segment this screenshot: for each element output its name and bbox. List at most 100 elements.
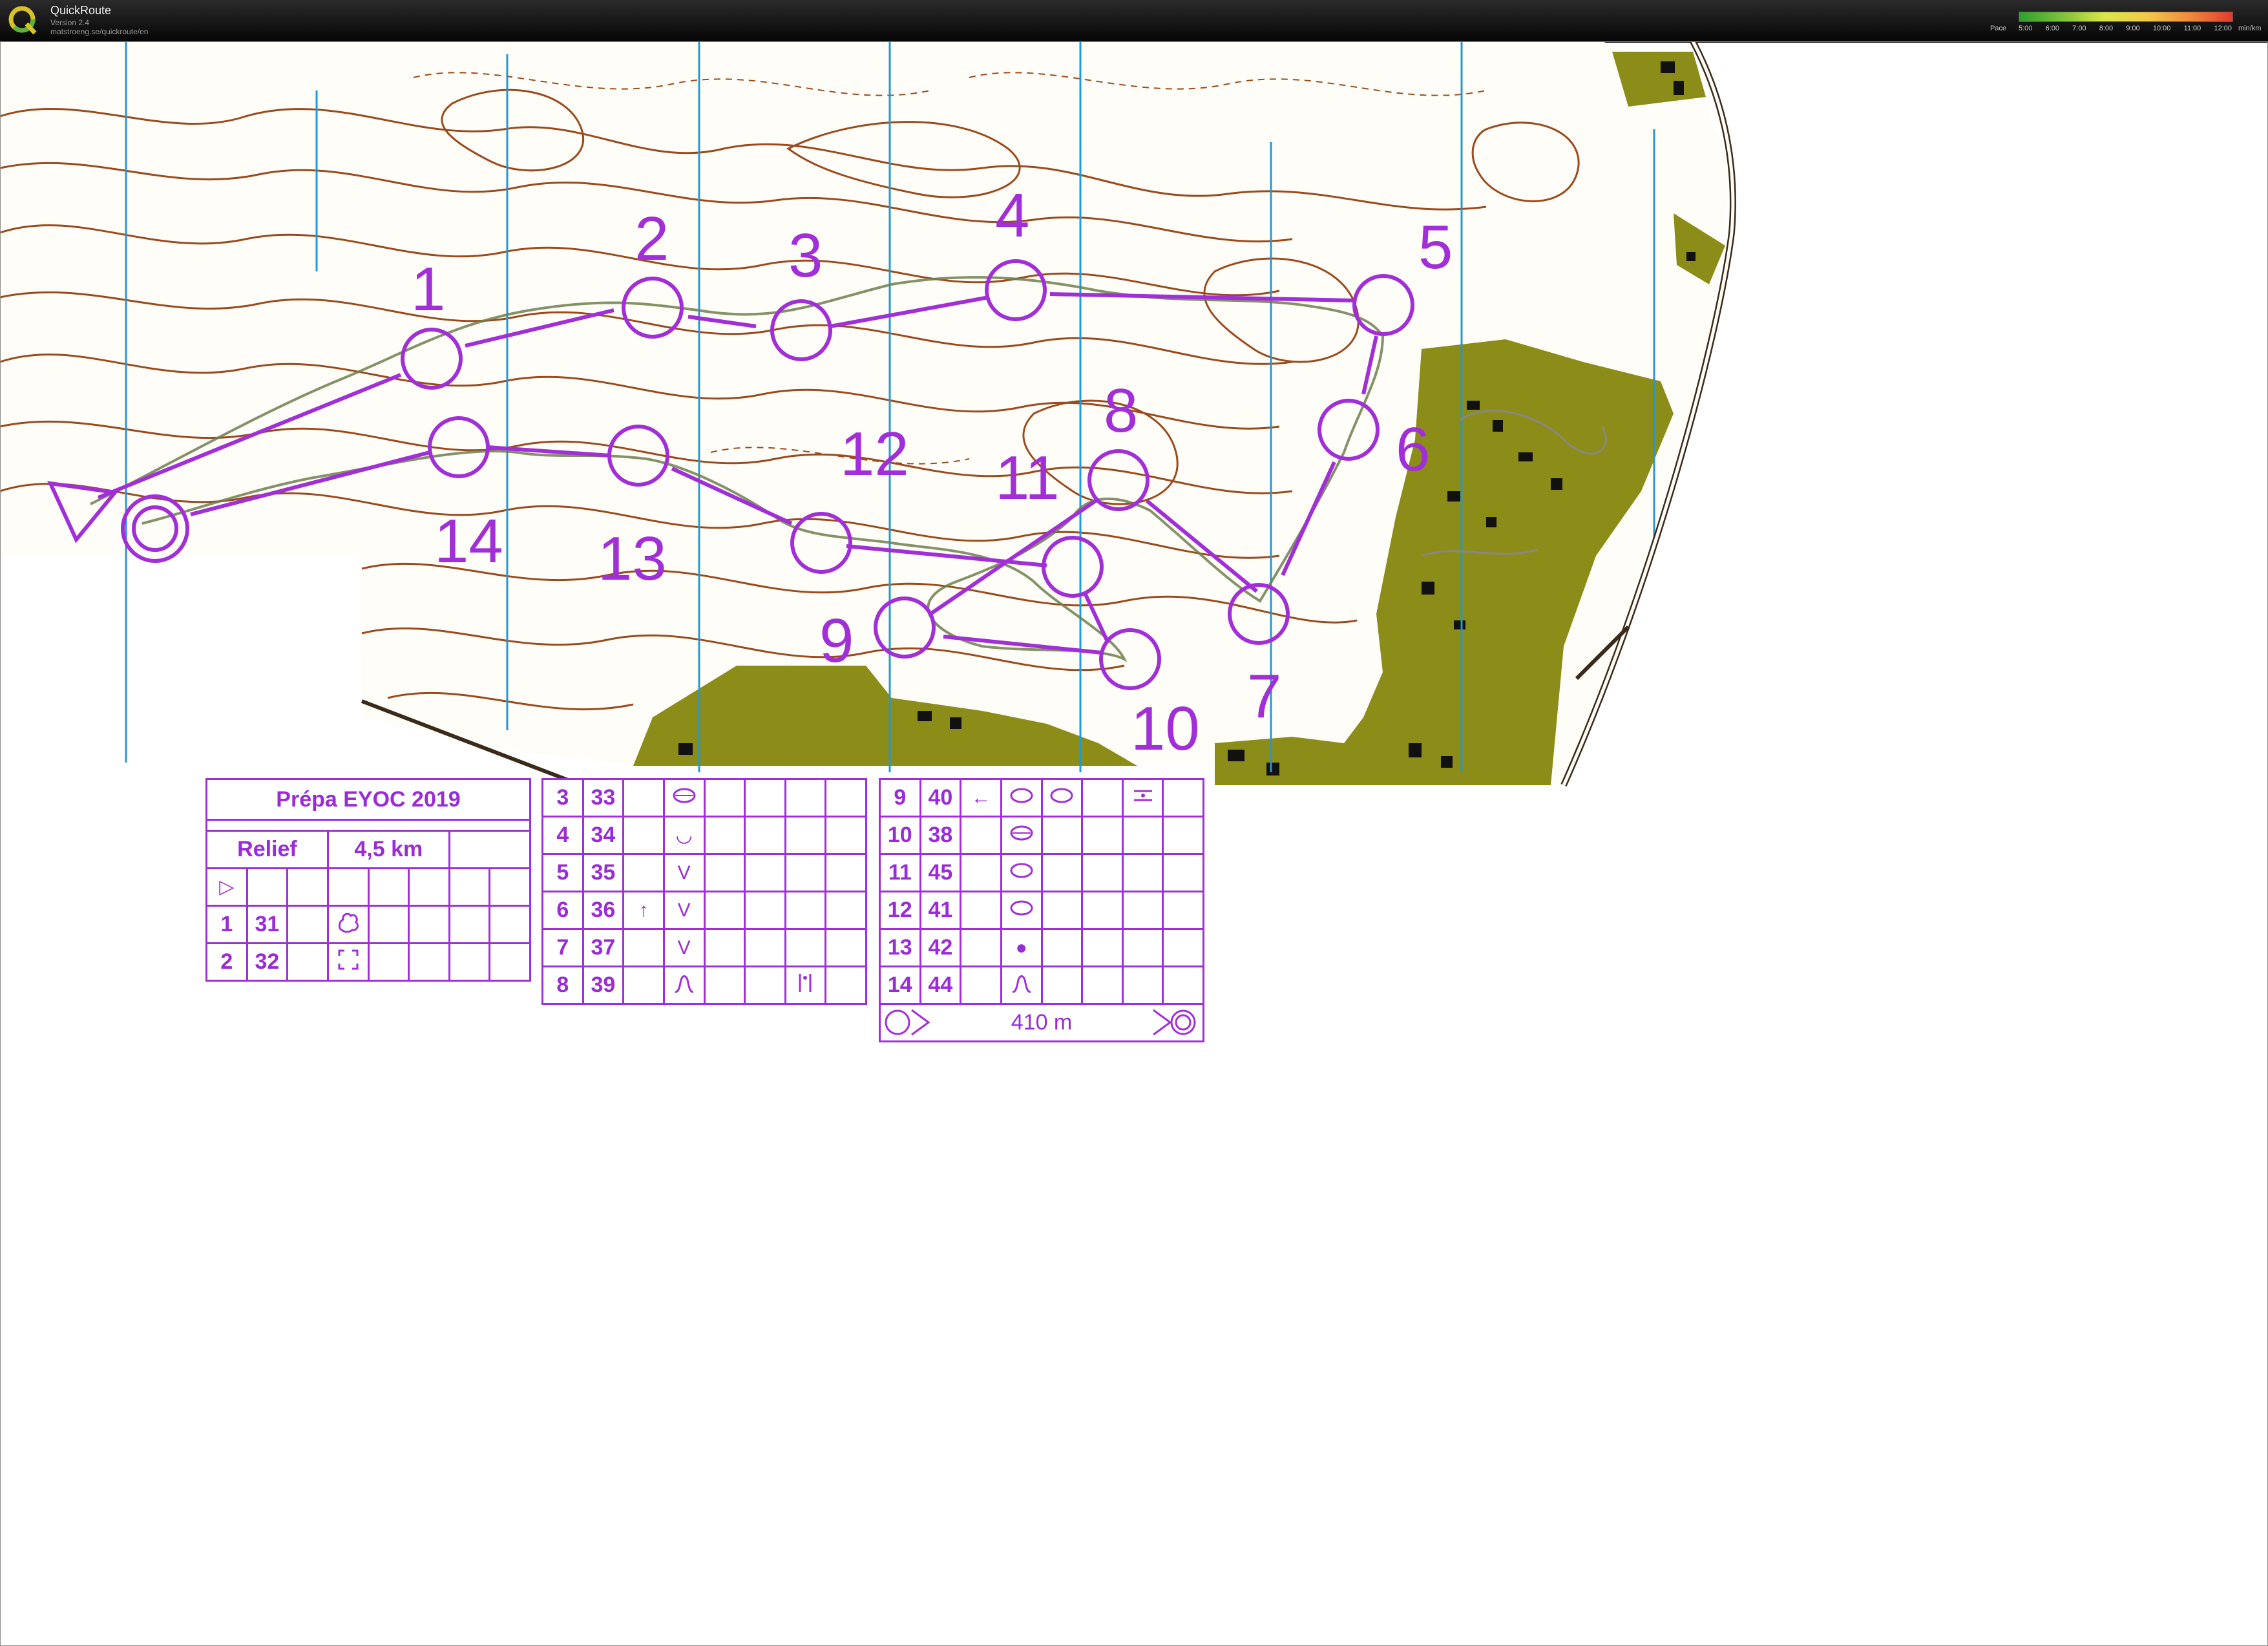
depression-icon: ◡	[662, 816, 706, 855]
control-number: 12	[879, 891, 921, 930]
orienteering-map[interactable]: 1 2 3 4 5 6 7 8 9 10 11 12 13 14	[0, 41, 2268, 791]
control-number: 8	[1104, 376, 1138, 445]
control-number: 11	[995, 443, 1060, 512]
spur-icon	[662, 965, 706, 1005]
control-code: 35	[582, 853, 625, 892]
knoll-icon	[662, 778, 706, 818]
pace-tick: 7:00	[2072, 25, 2086, 32]
control-number: 4	[995, 181, 1029, 250]
control-number: 13	[598, 524, 667, 593]
control-row: 10 38	[879, 816, 1204, 855]
control-number: 6	[541, 891, 584, 930]
finish-distance: 410 m	[1011, 1010, 1073, 1035]
control-number: 14	[434, 507, 503, 576]
control-description-header: Prépa EYOC 2019 Relief 4,5 km ▷ 1 31 2 3…	[205, 778, 532, 982]
control-number: 11	[879, 853, 921, 892]
knoll-icon	[1040, 778, 1084, 818]
reentrant-icon: V	[662, 928, 706, 967]
pace-ticks: 5:00 6:00 7:00 8:00 9:00 10:00 11:00 12:…	[2019, 25, 2232, 34]
control-code: 32	[246, 942, 289, 982]
small-knoll-icon: ●	[1000, 928, 1043, 967]
control-row: 5 35 V	[541, 853, 867, 892]
knoll-icon	[1000, 816, 1043, 855]
control-number: 5	[541, 853, 584, 892]
app-version: Version 2.4	[50, 18, 90, 27]
control-description-column-2: 3 33 4 34 ◡ 5 35 V 6 36 ↑ V 7 37 V 8 39	[541, 778, 867, 1005]
finish-row: 410 m	[879, 1003, 1204, 1042]
control-code: 42	[919, 928, 962, 967]
pace-tick: 12:00	[2214, 25, 2232, 32]
pace-label: Pace	[1990, 25, 2007, 32]
boulder-cluster-icon	[326, 905, 370, 944]
pace-legend: Pace 5:00 6:00 7:00 8:00 9:00 10:00 11:0…	[1990, 9, 2262, 35]
pace-tick: 8:00	[2099, 25, 2114, 32]
course-class: Relief	[205, 830, 329, 869]
control-code: 38	[919, 816, 962, 855]
spur-icon	[1000, 965, 1043, 1005]
control-row: 3 33	[541, 778, 867, 818]
control-row: 9 40 ←	[879, 778, 1204, 818]
control-code: 36	[582, 891, 625, 930]
pace-tick: 9:00	[2126, 25, 2140, 32]
control-number: 7	[1247, 662, 1281, 731]
control-row: 7 37 V	[541, 928, 867, 967]
reentrant-icon: V	[662, 891, 706, 930]
ruined-wall-icon	[326, 942, 370, 982]
pace-tick: 11:00	[2183, 25, 2201, 32]
control-number: 13	[879, 928, 921, 967]
north-arrow-icon: ↑	[622, 891, 665, 930]
control-code: 44	[919, 965, 962, 1005]
control-row: 2 32	[205, 942, 531, 982]
control-number: 12	[840, 419, 909, 489]
quickroute-logo-icon	[8, 6, 37, 35]
control-code: 39	[582, 965, 625, 1005]
control-number: 9	[819, 606, 854, 675]
control-row: 11 45	[879, 853, 1204, 892]
control-number: 1	[411, 255, 445, 324]
knoll-icon	[1000, 778, 1043, 818]
control-row: 4 34 ◡	[541, 816, 867, 855]
control-row: 8 39	[541, 965, 867, 1005]
control-code: 45	[919, 853, 962, 892]
finish-funnel-end-icon	[1153, 1009, 1196, 1036]
knoll-icon	[1000, 891, 1043, 930]
start-triangle-icon: ▷	[205, 867, 248, 907]
control-code: 41	[919, 891, 962, 930]
control-code: 34	[582, 816, 625, 855]
control-code: 31	[246, 905, 289, 944]
pace-unit: min/km	[2238, 25, 2262, 32]
control-number: 14	[879, 965, 921, 1005]
knoll-icon	[1000, 853, 1043, 892]
pace-color-bar	[2019, 12, 2233, 22]
control-number: 2	[205, 942, 248, 982]
pace-tick: 6:00	[2045, 25, 2059, 32]
control-description-column-3: 9 40 ← 10 38 11 45 12 41 13 42 ● 14 44 4…	[879, 778, 1204, 1042]
control-number: 1	[205, 905, 248, 944]
control-number: 5	[1418, 213, 1453, 282]
reentrant-icon: V	[662, 853, 706, 892]
control-row: 13 42 ●	[879, 928, 1204, 967]
control-row: 14 44	[879, 965, 1204, 1005]
control-row: 1 31	[205, 905, 531, 944]
control-number: 10	[879, 816, 921, 855]
control-code: 40	[919, 778, 962, 818]
course-length: 4,5 km	[326, 830, 450, 869]
title-bar: QuickRoute Version 2.4 matstroeng.se/qui…	[0, 0, 2268, 43]
control-row: 6 36 ↑ V	[541, 891, 867, 930]
control-number: 10	[1131, 694, 1200, 763]
pace-tick: 5:00	[2019, 25, 2033, 32]
control-code: 33	[582, 778, 625, 818]
settlement-area	[1612, 52, 1706, 107]
control-row: 12 41	[879, 891, 1204, 930]
control-number: 3	[541, 778, 584, 818]
foot-position-icon	[784, 965, 827, 1005]
control-number: 8	[541, 965, 584, 1005]
between-icon	[1121, 778, 1164, 818]
control-number: 9	[879, 778, 921, 818]
west-arrow-icon: ←	[960, 778, 1002, 818]
control-number: 7	[541, 928, 584, 967]
finish-funnel-start-icon	[885, 1009, 930, 1036]
pace-tick: 10:00	[2152, 25, 2171, 32]
control-code: 37	[582, 928, 625, 967]
app-url: matstroeng.se/quickroute/en	[50, 27, 149, 36]
